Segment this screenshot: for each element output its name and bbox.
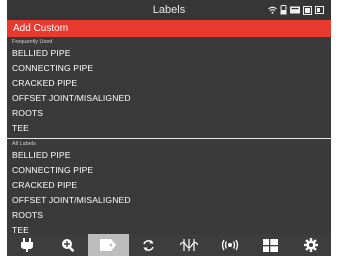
battery-icon xyxy=(315,6,324,14)
tab-labels[interactable] xyxy=(88,234,129,256)
frequent-label-item[interactable]: OFFSET JOINT/MISALIGNED xyxy=(7,91,331,106)
add-custom-button[interactable]: Add Custom xyxy=(7,20,331,37)
zoom-in-icon xyxy=(61,239,75,252)
section-divider xyxy=(7,138,331,139)
frequent-label-item[interactable]: CRACKED PIPE xyxy=(7,76,331,91)
add-custom-label: Add Custom xyxy=(13,23,69,34)
rotate-icon xyxy=(143,239,154,251)
transmitter-icon xyxy=(221,239,238,251)
tab-transmitter[interactable] xyxy=(210,234,251,256)
tab-layout[interactable] xyxy=(250,234,291,256)
top-bar: Labels xyxy=(7,0,331,20)
all-label-item[interactable]: OFFSET JOINT/MISALIGNED xyxy=(7,193,331,208)
frequent-label-item[interactable]: CONNECTING PIPE xyxy=(7,61,331,76)
label-tag-icon xyxy=(100,239,117,251)
tab-plug[interactable] xyxy=(7,234,48,256)
all-label-item[interactable]: CRACKED PIPE xyxy=(7,178,331,193)
storage-icon xyxy=(290,6,300,14)
status-icons xyxy=(268,0,325,20)
sd-card-icon xyxy=(303,5,312,15)
frequent-label-item[interactable]: BELLIED PIPE xyxy=(7,46,331,61)
layout-icon xyxy=(262,238,278,252)
all-label-item[interactable]: ROOTS xyxy=(7,208,331,223)
plug-icon xyxy=(21,238,34,252)
labels-list[interactable]: Frequently Used BELLIED PIPE CONNECTING … xyxy=(7,37,331,248)
tab-zoom[interactable] xyxy=(48,234,89,256)
page-title: Labels xyxy=(152,4,186,16)
all-labels-heading: All Labels xyxy=(12,141,36,147)
tab-settings[interactable] xyxy=(291,234,332,256)
tab-rotate[interactable] xyxy=(129,234,170,256)
device-screen: Labels Add Custom Frequently Used BELLIE… xyxy=(7,0,331,256)
all-label-item[interactable]: BELLIED PIPE xyxy=(7,148,331,163)
sonde-icon xyxy=(180,239,199,251)
frequent-label-item[interactable]: ROOTS xyxy=(7,106,331,121)
frequent-label-item[interactable]: TEE xyxy=(7,121,331,136)
bottom-toolbar xyxy=(7,234,331,256)
wifi-icon xyxy=(268,6,277,14)
frequently-used-heading: Frequently Used xyxy=(12,39,53,45)
all-label-item[interactable]: CONNECTING PIPE xyxy=(7,163,331,178)
tab-sonde[interactable] xyxy=(169,234,210,256)
usb-icon xyxy=(280,5,287,15)
settings-gear-icon xyxy=(303,238,318,252)
